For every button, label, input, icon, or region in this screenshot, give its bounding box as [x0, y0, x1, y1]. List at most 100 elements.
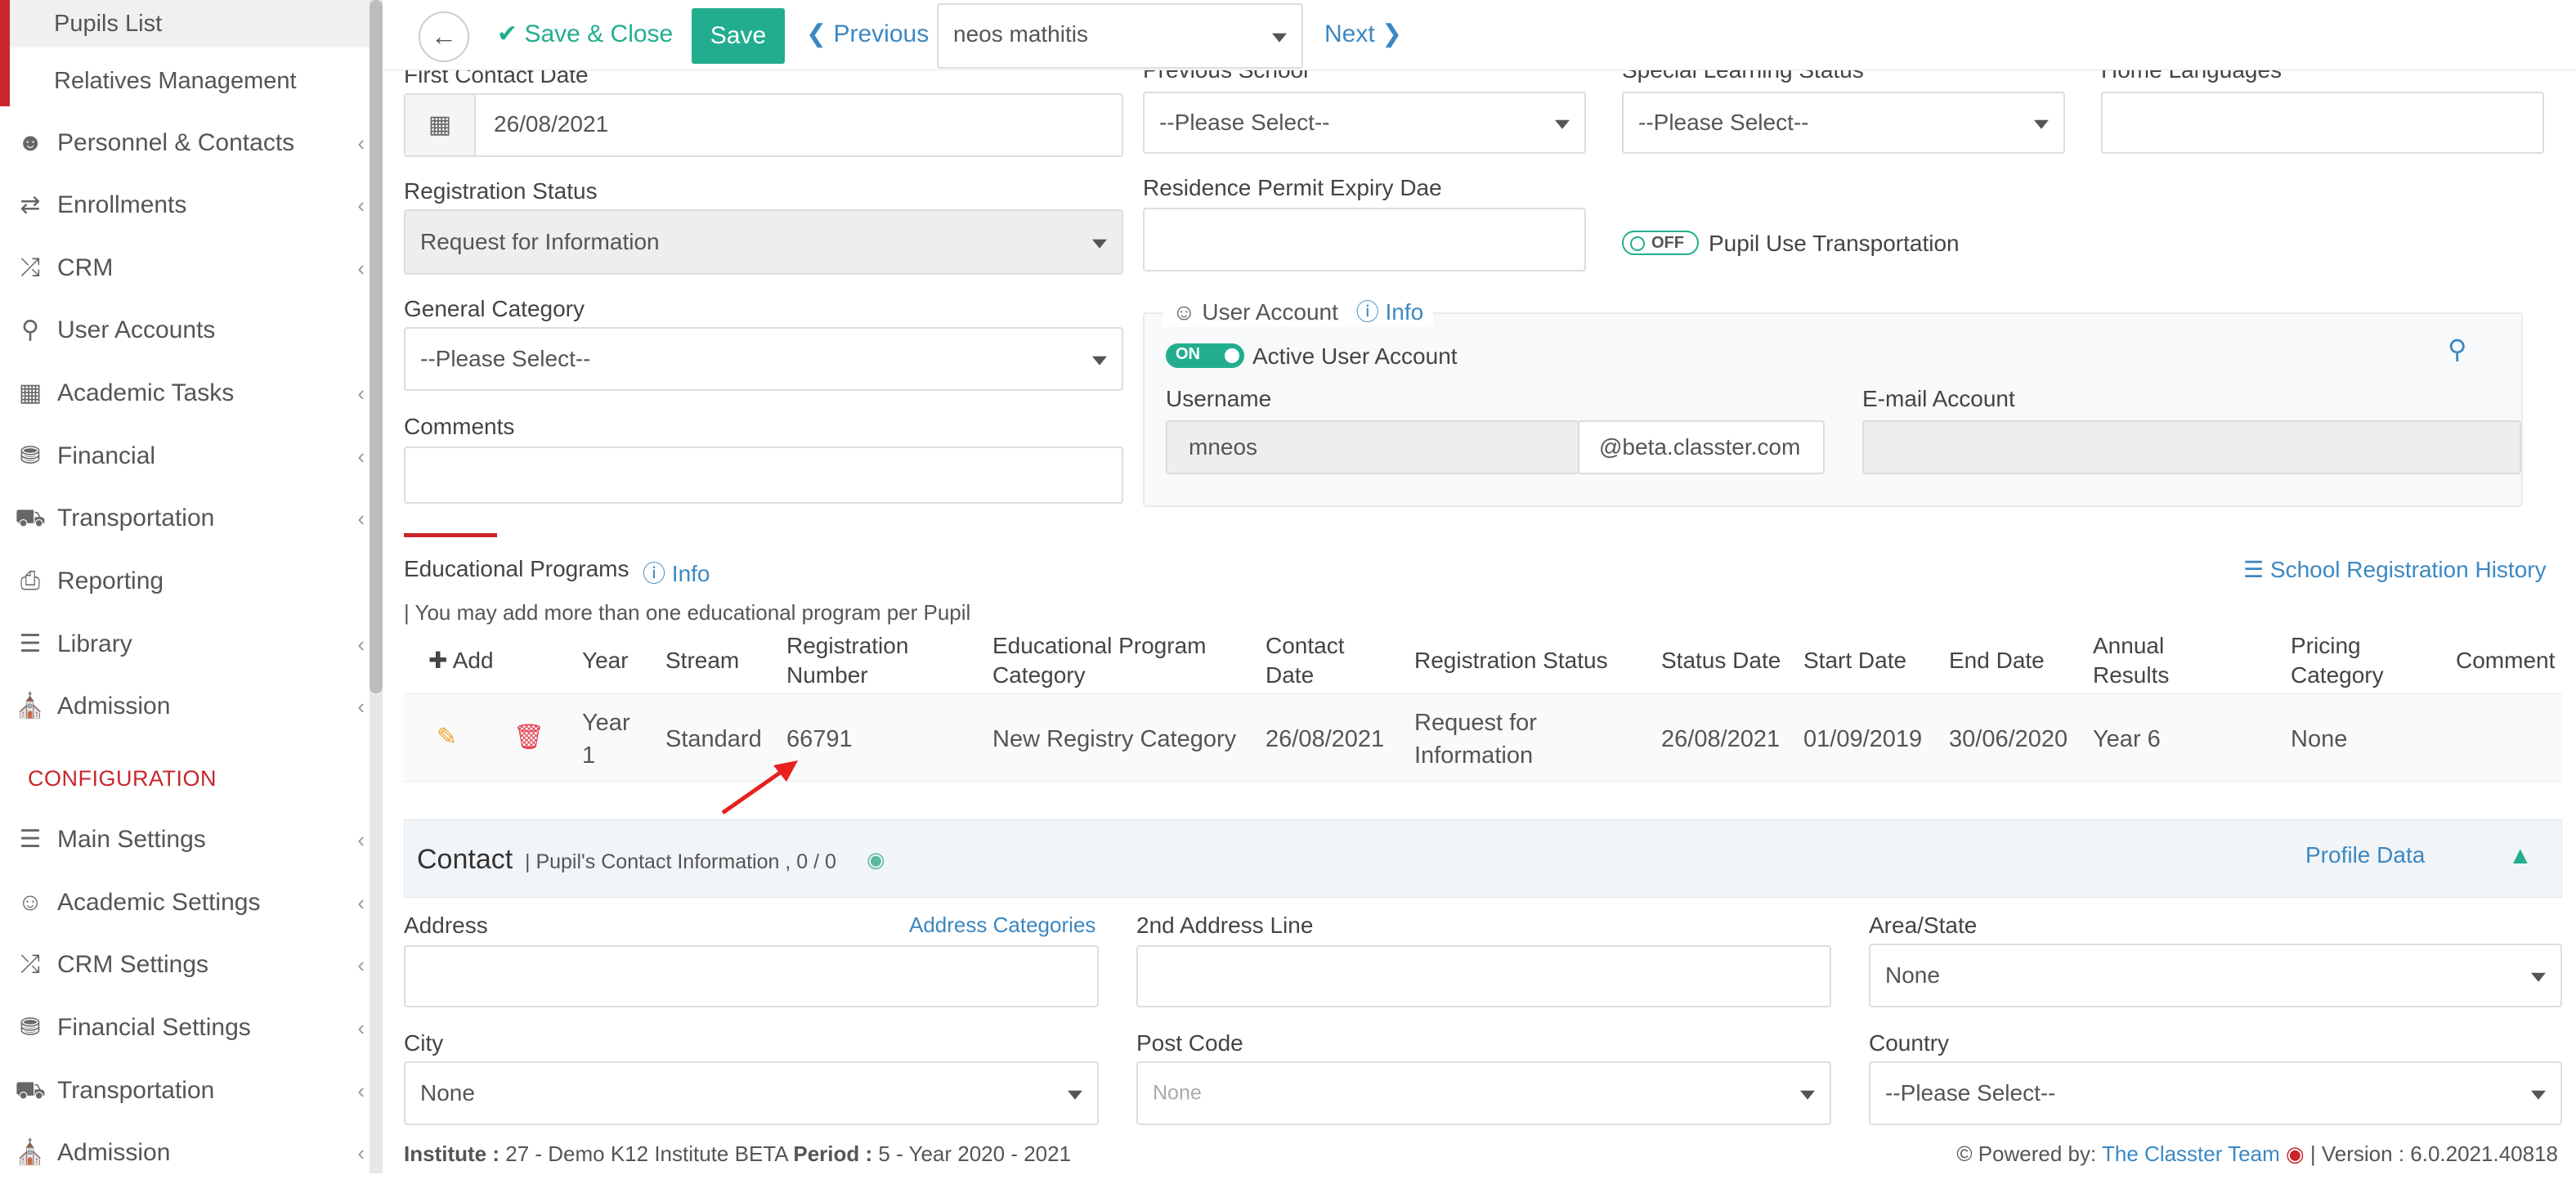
sidebar-item-personnel[interactable]: ☻ Personnel & Contacts ‹: [0, 112, 370, 174]
area-select[interactable]: None: [1869, 944, 2562, 1007]
registration-history-link[interactable]: ☰ School Registration History: [2243, 556, 2547, 583]
list-icon: ☰: [2243, 557, 2265, 582]
previous-school-select[interactable]: --Please Select--: [1143, 92, 1586, 154]
institution-icon: ⛪: [15, 693, 46, 720]
col-program-category[interactable]: Educational Program Category: [992, 631, 1230, 690]
col-registration-number[interactable]: Registration Number: [786, 631, 917, 690]
registration-status-select[interactable]: Request for Information: [404, 209, 1123, 275]
sidebar-item-label: Transportation: [57, 505, 215, 531]
profile-data-link[interactable]: Profile Data: [2305, 842, 2425, 868]
bus-icon: ⛟: [15, 1077, 46, 1104]
sidebar-item-admission[interactable]: ⛪ Admission ‹: [0, 675, 370, 738]
sidebar-item-library[interactable]: ☰ Library ‹: [0, 613, 370, 675]
sidebar-subitem-relatives[interactable]: Relatives Management: [36, 56, 370, 106]
sidebar-item-enrollments[interactable]: ⇄ Enrollments ‹: [0, 174, 370, 236]
col-pricing-category[interactable]: Pricing Category: [2291, 631, 2397, 690]
general-category-select[interactable]: --Please Select--: [404, 327, 1123, 391]
comments-textarea[interactable]: [404, 446, 1123, 504]
sidebar-item-crm-settings[interactable]: ⤮ CRM Settings ‹: [0, 934, 370, 996]
caret-down-icon: [1555, 119, 1570, 129]
info-link[interactable]: ⓘ Info: [1356, 299, 1423, 325]
sidebar-item-financial-settings[interactable]: ⛃ Financial Settings ‹: [0, 997, 370, 1059]
sidebar-item-reporting[interactable]: ⎙ Reporting: [0, 550, 370, 612]
chevron-left-icon: ❮: [806, 20, 827, 47]
city-select[interactable]: None: [404, 1061, 1099, 1125]
section-divider: [404, 533, 497, 537]
person-icon: ☻: [17, 129, 43, 156]
col-status-date[interactable]: Status Date: [1661, 646, 1781, 675]
sidebar-item-label: Library: [57, 630, 132, 657]
address-input[interactable]: [404, 945, 1099, 1007]
period-label: Period :: [793, 1141, 873, 1166]
address2-input[interactable]: [1136, 945, 1831, 1007]
sidebar-item-admission-settings[interactable]: ⛪ Admission ‹: [0, 1122, 370, 1184]
chevron-left-icon: ‹: [357, 381, 365, 406]
general-category-value: --Please Select--: [420, 346, 591, 371]
sidebar-item-label: Personnel & Contacts: [57, 129, 295, 156]
first-contact-date-field[interactable]: ▦ 26/08/2021: [404, 93, 1123, 157]
col-stream[interactable]: Stream: [665, 646, 739, 675]
calendar-icon[interactable]: ▦: [405, 95, 476, 155]
powered-label: Powered by:: [1978, 1141, 2097, 1166]
previous-school-value: --Please Select--: [1159, 110, 1330, 135]
info-circle-icon: ⓘ: [643, 561, 666, 586]
caret-down-icon: [1800, 1090, 1815, 1100]
sidebar-item-academic-tasks[interactable]: ▦ Academic Tasks ‹: [0, 362, 370, 424]
sidebar-item-academic-settings[interactable]: ☺ Academic Settings ‹: [0, 872, 370, 934]
sidebar-item-crm[interactable]: ⤮ CRM ‹: [0, 237, 370, 299]
sidebar-item-transportation[interactable]: ⛟ Transportation ‹: [0, 487, 370, 549]
record-select[interactable]: neos mathitis: [937, 3, 1303, 69]
add-program-button[interactable]: ✚ Add: [428, 646, 494, 675]
domain-value: @beta.classter.com: [1599, 434, 1801, 460]
programs-info-link[interactable]: ⓘ Info: [643, 556, 710, 589]
active-toggle-state: ON: [1176, 345, 1200, 363]
next-button[interactable]: Next ❯: [1324, 18, 1402, 51]
chevron-left-icon: ‹: [357, 444, 365, 469]
home-languages-input[interactable]: [2101, 92, 2544, 154]
sidebar-subitem-pupils-list[interactable]: Pupils List: [0, 0, 370, 47]
group-icon: ☺: [17, 889, 43, 916]
address-label: Address: [404, 913, 488, 938]
username-input[interactable]: mneos: [1166, 420, 1579, 474]
sidebar-item-user-accounts[interactable]: ⚲ User Accounts: [0, 299, 370, 361]
special-learning-select[interactable]: --Please Select--: [1622, 92, 2065, 154]
books-icon: ☰: [19, 630, 42, 657]
sidebar-item-label: Enrollments: [57, 191, 187, 218]
address-categories-link[interactable]: Address Categories: [909, 913, 1095, 938]
col-comment[interactable]: Comment: [2456, 646, 2555, 675]
back-button[interactable]: ←: [419, 11, 469, 62]
cell-start-date: 01/09/2019: [1803, 726, 1923, 752]
institution-icon: ⛪: [15, 1139, 46, 1166]
col-end-date[interactable]: End Date: [1949, 646, 2045, 675]
sidebar-item-financial[interactable]: ⛃ Financial ‹: [0, 425, 370, 487]
active-account-toggle[interactable]: ON: [1166, 343, 1244, 368]
postcode-select[interactable]: None: [1136, 1061, 1831, 1125]
key-icon[interactable]: ⚲: [2448, 334, 2466, 365]
trash-icon[interactable]: 🗑: [513, 723, 544, 751]
sidebar-item-transportation-settings[interactable]: ⛟ Transportation ‹: [0, 1060, 370, 1122]
residence-permit-input[interactable]: [1143, 208, 1586, 271]
team-link[interactable]: The Classter Team: [2102, 1141, 2280, 1166]
transport-toggle[interactable]: OFF: [1622, 231, 1699, 255]
user-account-legend: ☺ User Account ⓘ Info: [1163, 298, 1434, 327]
save-close-button[interactable]: ✔ Save & Close: [497, 18, 673, 51]
country-select[interactable]: --Please Select--: [1869, 1061, 2562, 1125]
previous-button[interactable]: ❮ Previous: [806, 18, 929, 51]
email-input[interactable]: [1862, 420, 2521, 474]
cell-registration-number: 66791: [786, 726, 853, 752]
save-button[interactable]: Save: [692, 8, 785, 64]
col-start-date[interactable]: Start Date: [1803, 646, 1906, 675]
shuffle-icon: ⤮: [20, 951, 40, 978]
institute-label: Institute :: [404, 1141, 500, 1166]
edit-pencil-icon[interactable]: ✎: [437, 723, 457, 751]
shuffle-icon: ⤮: [20, 254, 40, 281]
col-registration-status[interactable]: Registration Status: [1414, 646, 1608, 675]
col-contact-date[interactable]: Contact Date: [1266, 631, 1364, 690]
comments-label: Comments: [404, 414, 515, 439]
sidebar-scrollbar-thumb[interactable]: [370, 0, 383, 693]
sidebar-item-main-settings[interactable]: ☰ Main Settings ‹: [0, 809, 370, 871]
sidebar-item-label: Admission: [57, 1139, 171, 1166]
col-year[interactable]: Year: [582, 646, 629, 675]
map-marker-icon[interactable]: ▲: [2508, 842, 2533, 870]
sidebar-item-label: Reporting: [57, 567, 164, 594]
